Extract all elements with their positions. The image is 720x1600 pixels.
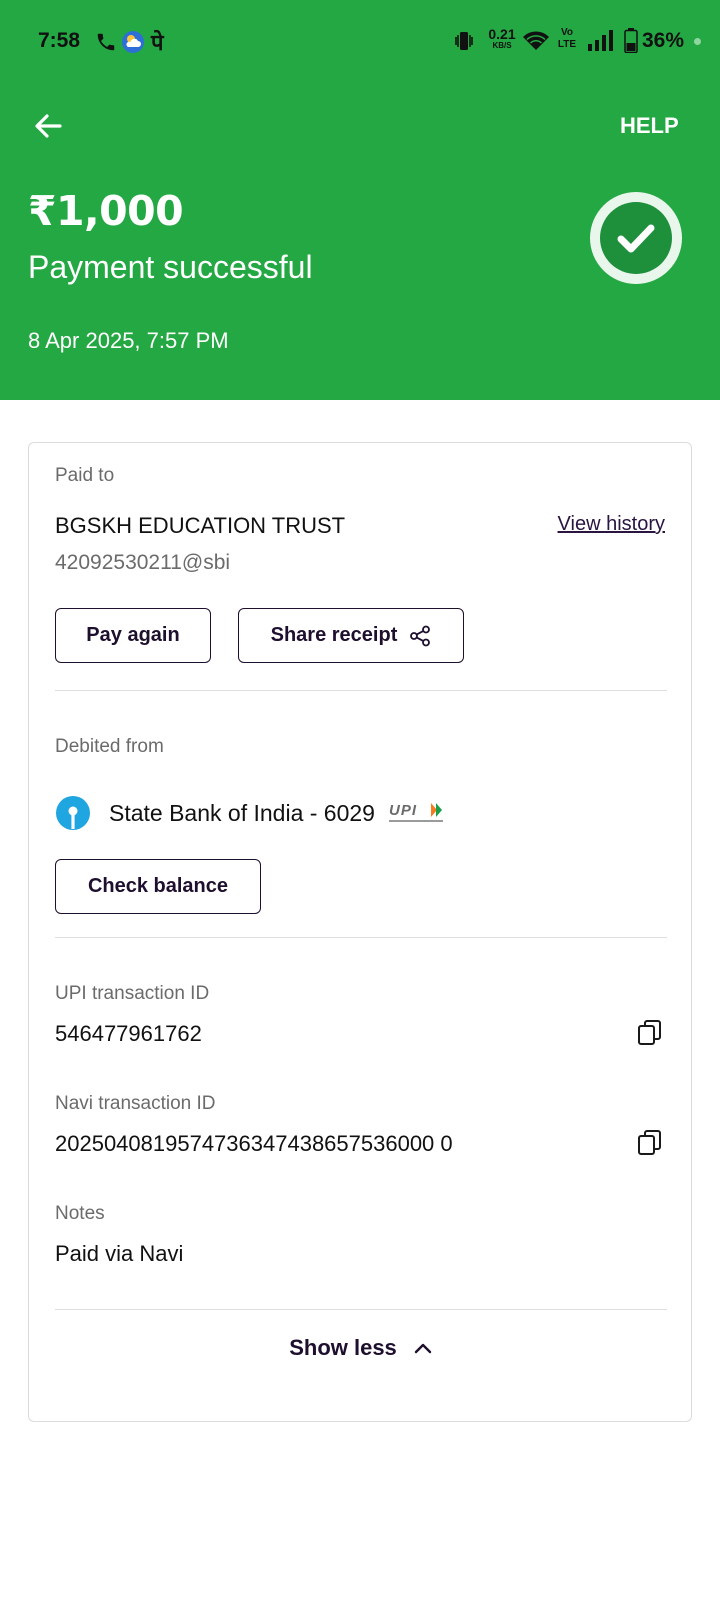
transaction-details-card: Paid to BGSKH EDUCATION TRUST View histo…	[28, 442, 692, 1422]
share-receipt-label: Share receipt	[270, 624, 398, 646]
view-history-link[interactable]: View history	[558, 513, 665, 536]
signal-icon	[588, 30, 613, 51]
payment-app-glyph: पे	[151, 31, 164, 56]
payee-vpa: 42092530211@sbi	[55, 551, 231, 574]
sbi-bank-icon	[56, 796, 90, 830]
volte-indicator: Vo LTE	[557, 27, 577, 50]
payee-name: BGSKH EDUCATION TRUST	[55, 513, 346, 538]
paid-to-label: Paid to	[55, 465, 115, 486]
status-bar: 7:58 पे 0.21 KB/S Vo LTE 36%	[0, 0, 720, 82]
copy-icon[interactable]	[637, 1129, 663, 1157]
pay-again-label: Pay again	[86, 624, 180, 646]
notification-dot	[694, 38, 701, 45]
debit-bank-name: State Bank of India - 6029	[109, 799, 375, 826]
status-time: 7:58	[38, 29, 81, 52]
payment-status: Payment successful	[28, 249, 313, 285]
battery-icon	[624, 28, 638, 53]
chevron-up-icon	[414, 1343, 431, 1354]
back-arrow-icon[interactable]	[30, 108, 66, 144]
pay-again-button[interactable]: Pay again	[55, 608, 211, 663]
debited-from-label: Debited from	[55, 736, 164, 757]
weather-icon	[122, 31, 144, 53]
success-check-icon	[590, 192, 682, 284]
battery-percentage: 36%	[642, 29, 685, 52]
phone-icon	[97, 33, 115, 51]
payment-datetime: 8 Apr 2025, 7:57 PM	[28, 328, 229, 353]
help-button[interactable]: HELP	[620, 113, 679, 139]
payment-amount: ₹1,000	[28, 187, 184, 235]
share-icon	[410, 625, 431, 646]
show-less-toggle[interactable]: Show less	[29, 1335, 693, 1361]
wifi-icon	[523, 31, 549, 50]
upi-transaction-id: 546477961762	[55, 1021, 202, 1046]
navi-transaction-id: 2025040819574736347438657536000 0	[55, 1131, 453, 1156]
check-balance-button[interactable]: Check balance	[55, 859, 261, 914]
upi-logo-icon: UPI	[388, 802, 443, 822]
upi-transaction-id-label: UPI transaction ID	[55, 983, 210, 1004]
navi-transaction-id-label: Navi transaction ID	[55, 1093, 216, 1114]
notes-value: Paid via Navi	[55, 1241, 184, 1266]
share-receipt-button[interactable]: Share receipt	[238, 608, 464, 663]
notes-label: Notes	[55, 1203, 105, 1224]
copy-icon[interactable]	[637, 1019, 663, 1047]
divider	[55, 937, 667, 938]
show-less-label: Show less	[289, 1335, 397, 1360]
debit-account-row: State Bank of India - 6029 UPI	[55, 793, 449, 833]
divider	[55, 1309, 667, 1310]
divider	[55, 690, 667, 691]
svg-text:UPI: UPI	[389, 802, 417, 819]
network-speed: 0.21 KB/S	[488, 26, 516, 50]
check-balance-label: Check balance	[87, 875, 229, 897]
payment-header: 7:58 पे 0.21 KB/S Vo LTE 36% HELP ₹1,000…	[0, 0, 720, 400]
vibrate-icon	[455, 32, 473, 50]
